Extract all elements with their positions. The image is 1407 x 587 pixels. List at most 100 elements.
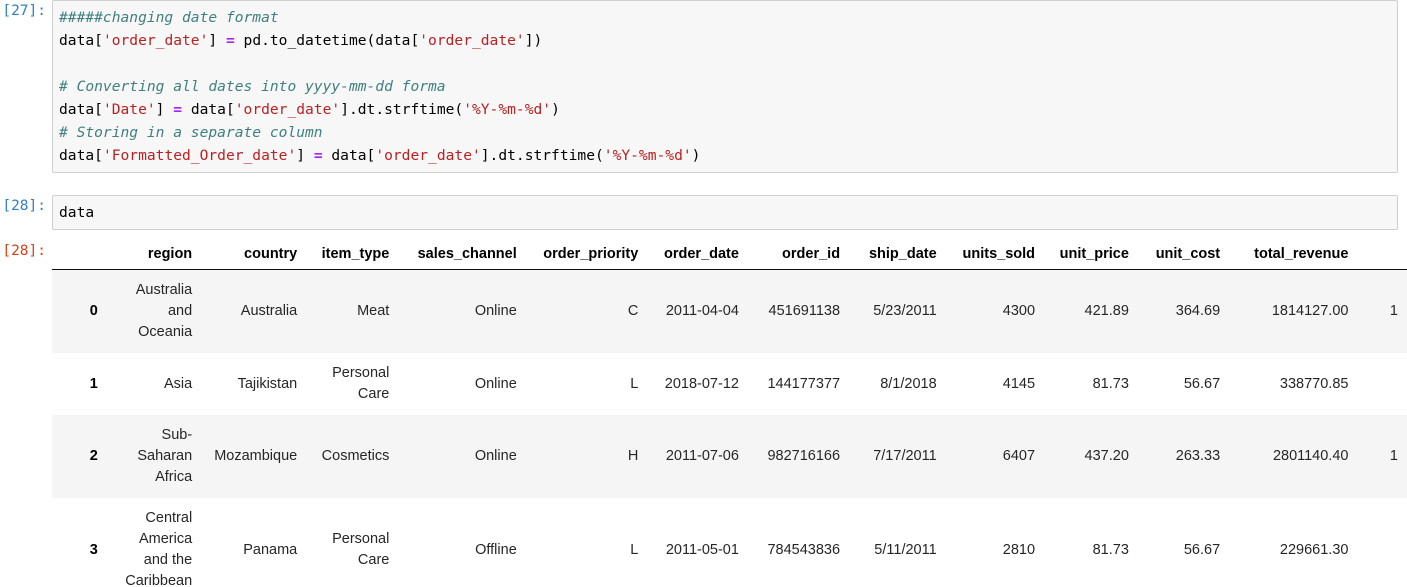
dataframe-column-header: unit_cost: [1137, 242, 1230, 270]
dataframe-column-header: total_revenue: [1229, 242, 1358, 270]
dataframe-column-header: order_date: [647, 242, 748, 270]
code-token-s: 'order_date': [102, 32, 209, 49]
cell-spacer-2: [0, 230, 1407, 240]
code-token-n: ]): [524, 32, 543, 49]
code-cell-27[interactable]: [27]: #####changing date format data['or…: [0, 0, 1407, 173]
table-row: 1 Asia Tajikistan Personal Care Online L 2018-…: [52, 353, 1407, 415]
dataframe-cell: 338770.85: [1279, 375, 1349, 392]
code-cell-28[interactable]: [28]: data: [0, 195, 1407, 230]
dataframe-cell: 1814127.00: [1271, 303, 1349, 319]
dataframe-column-header: order_id: [747, 242, 850, 270]
input-prompt-28: [28]:: [2, 198, 46, 214]
dataframe-cell: Panama: [243, 541, 298, 558]
dataframe-column-header: region: [106, 242, 202, 270]
output-cell-28: [28]: region country item_type sales_channe…: [0, 240, 1407, 587]
dataframe-cell: Personal Care: [332, 531, 390, 568]
dataframe-cell: 2801140.40: [1272, 448, 1349, 464]
code-token-n: data[: [182, 101, 235, 118]
dataframe-column-header: units_sold: [945, 242, 1045, 270]
code-token-o: =: [173, 101, 183, 118]
code-token-o: =: [313, 147, 323, 164]
dataframe-cell: 229661.30: [1279, 541, 1349, 558]
dataframe-cell: 2011-04-04: [665, 303, 739, 319]
dataframe-cell: 2810: [1002, 541, 1036, 558]
dataframe-cell: 437.20: [1084, 448, 1129, 464]
dataframe-header-row: region country item_type sales_channel order…: [52, 242, 1407, 270]
code-token-s: 'order_date': [419, 32, 525, 49]
dataframe-cell: 784543836: [767, 541, 841, 558]
dataframe-cell: Personal Care: [332, 365, 390, 402]
dataframe-cell: 263.33: [1175, 448, 1221, 464]
code-editor-27[interactable]: #####changing date format data['order_da…: [52, 0, 1398, 173]
dataframe-cell: 56.67: [1183, 541, 1221, 558]
dataframe-output: region country item_type sales_channel order…: [52, 240, 1407, 587]
dataframe-row-index: 0: [89, 303, 98, 319]
dataframe-cell: 364.69: [1175, 303, 1221, 319]
code-token-n: pd.to_datetime(data[: [234, 32, 420, 49]
dataframe-cell: Online: [474, 375, 517, 392]
code-token-n: ]: [296, 147, 314, 164]
code-token-s: 'Date': [102, 101, 156, 118]
output-prompt-28: [28]:: [2, 243, 46, 259]
dataframe-cell: 2018-07-12: [664, 375, 739, 392]
dataframe-cell: Sub-Saharan Africa: [137, 427, 193, 485]
dataframe-table: region country item_type sales_channel order…: [52, 242, 1407, 587]
dataframe-row-index: 3: [89, 541, 98, 558]
dataframe-cell: 7/17/2011: [873, 448, 937, 464]
code-editor-28[interactable]: data: [52, 195, 1398, 230]
code-token-o: =: [225, 32, 235, 49]
code-source-28[interactable]: data: [59, 201, 1393, 224]
dataframe-cell: 982716166: [767, 448, 841, 464]
dataframe-cell: Online: [474, 448, 517, 464]
code-token-n: data[: [322, 147, 376, 164]
code-token-n: data: [59, 204, 95, 221]
dataframe-cell: 2011-07-06: [665, 448, 739, 464]
dataframe-cell: 2011-05-01: [665, 541, 739, 558]
dataframe-cell: 144177377: [767, 375, 841, 392]
dataframe-cell: 56.67: [1183, 375, 1221, 392]
dataframe-cell: Asia: [163, 375, 193, 392]
code-token-n: data[: [59, 101, 103, 118]
dataframe-cell: H: [627, 448, 639, 464]
dataframe-cell: 81.73: [1092, 375, 1129, 392]
code-token-n: ].dt.strftime(: [480, 147, 604, 164]
dataframe-cell: 1: [1389, 448, 1398, 464]
dataframe-row-index: 2: [89, 448, 98, 464]
cell-spacer-1: [0, 173, 1407, 195]
dataframe-column-header: ship_date: [849, 242, 946, 270]
dataframe-body: 0 Australia and Oceania Australia Meat Onlin…: [52, 269, 1407, 587]
notebook-container: [27]: #####changing date format data['or…: [0, 0, 1407, 587]
code-token-n: data[: [59, 32, 103, 49]
dataframe-cell: Online: [474, 303, 517, 319]
code-token-c: #####changing date format: [59, 9, 279, 26]
dataframe-cell: Tajikistan: [237, 375, 298, 392]
dataframe-head: region country item_type sales_channel order…: [52, 242, 1407, 270]
table-row: 3 Central America and the Caribbean Panama…: [52, 498, 1407, 587]
dataframe-cell: Meat: [357, 303, 390, 319]
code-token-n: ]: [155, 101, 174, 118]
code-token-s: '%Y-%m-%d': [603, 147, 692, 164]
code-token-n: ): [691, 147, 701, 164]
dataframe-column-header: [1357, 242, 1407, 270]
code-token-c: # Storing in a separate column: [59, 124, 323, 141]
code-token-n: ].dt.strftime(: [340, 101, 464, 118]
code-token-n: ): [551, 101, 560, 118]
dataframe-cell: Offline: [475, 541, 517, 558]
dataframe-cell: L: [630, 541, 639, 558]
input-prompt-27: [27]:: [2, 3, 46, 19]
dataframe-cell: Mozambique: [214, 448, 298, 464]
dataframe-column-header: unit_price: [1044, 242, 1138, 270]
dataframe-cell: 81.73: [1092, 541, 1129, 558]
dataframe-cell: [1357, 498, 1407, 587]
code-source-27[interactable]: #####changing date format data['order_da…: [59, 6, 1393, 167]
dataframe-column-header: country: [201, 242, 307, 270]
dataframe-cell: Australia: [240, 303, 298, 319]
dataframe-cell: 8/1/2018: [880, 375, 937, 392]
dataframe-index-header: [52, 242, 107, 270]
dataframe-cell: C: [627, 303, 639, 319]
dataframe-cell: 4145: [1002, 375, 1036, 392]
table-row: 2 Sub-Saharan Africa Mozambique Cosmetics On…: [52, 415, 1407, 498]
code-token-s: 'order_date': [234, 101, 341, 118]
dataframe-cell: 4300: [1002, 303, 1036, 319]
code-token-n: data[: [59, 147, 103, 164]
